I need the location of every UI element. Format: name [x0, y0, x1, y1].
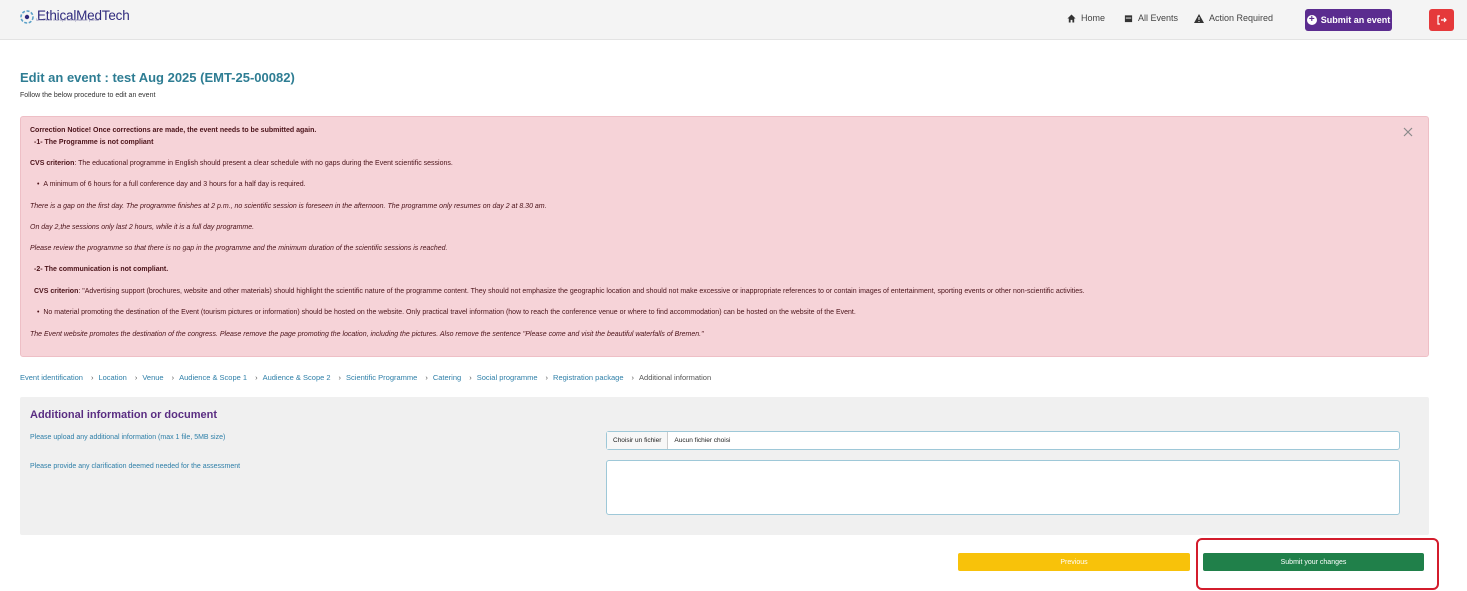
step-audience-scope-2[interactable]: Audience & Scope 2 — [263, 373, 331, 382]
warning-icon — [1194, 13, 1204, 23]
alert-bullet-1: • A minimum of 6 hours for a full confer… — [37, 181, 306, 188]
logout-button[interactable] — [1429, 9, 1454, 31]
step-additional-information: Additional information — [639, 373, 712, 382]
chevron-right-icon: › — [90, 373, 94, 382]
calendar-icon — [1124, 14, 1133, 22]
clarification-label: Please provide any clarification deemed … — [30, 463, 241, 470]
alert-issue-2: -2- The communication is not compliant. — [34, 266, 169, 273]
chevron-right-icon: › — [171, 373, 175, 382]
upload-label: Please upload any additional information… — [30, 434, 226, 441]
additional-info-panel: Additional information or document Pleas… — [20, 397, 1429, 535]
section-title: Additional information or document — [30, 409, 217, 421]
alert-note-3: Please review the programme so that ther… — [30, 245, 448, 252]
correction-notice-alert: Correction Notice! Once corrections are … — [20, 116, 1429, 357]
alert-heading: Correction Notice! Once corrections are … — [30, 127, 317, 134]
step-registration-package[interactable]: Registration package — [553, 373, 623, 382]
file-status: Aucun fichier choisi — [674, 437, 731, 444]
step-catering[interactable]: Catering — [433, 373, 461, 382]
step-social-programme[interactable]: Social programme — [477, 373, 538, 382]
chevron-right-icon: › — [425, 373, 428, 382]
cvs-label: CVS criterion — [30, 160, 75, 167]
clarification-textarea[interactable] — [606, 460, 1400, 515]
page-subtitle: Follow the below procedure to edit an ev… — [20, 92, 156, 99]
brand-tagline: MedTech Europe compliance portal — [36, 17, 99, 22]
cvs-label: CVS criterion — [34, 288, 79, 295]
submit-event-button[interactable]: + Submit an event — [1305, 9, 1392, 31]
page-title: Edit an event : test Aug 2025 (EMT-25-00… — [20, 70, 295, 85]
nav-all-events-label: All Events — [1138, 13, 1179, 23]
alert-criterion-2: CVS criterion: "Advertising support (bro… — [34, 288, 1085, 295]
top-navbar: EthicalMedTech MedTech Europe compliance… — [0, 0, 1467, 40]
breadcrumb: Event identification › Location › Venue › A… — [20, 373, 711, 382]
logo-icon — [20, 10, 34, 24]
alert-criterion-1: CVS criterion: The educational programme… — [30, 160, 453, 167]
step-venue[interactable]: Venue — [142, 373, 163, 382]
step-location[interactable]: Location — [98, 373, 126, 382]
nav-home[interactable]: Home — [1067, 13, 1105, 23]
home-icon — [1067, 13, 1076, 23]
step-scientific-programme[interactable]: Scientific Programme — [346, 373, 417, 382]
nav-action-required-label: Action Required — [1209, 13, 1274, 23]
close-icon[interactable] — [1403, 127, 1413, 137]
alert-issue-1: -1- The Programme is not compliant — [34, 139, 154, 146]
step-audience-scope-1[interactable]: Audience & Scope 1 — [179, 373, 247, 382]
file-upload-input[interactable]: Choisir un fichier Aucun fichier choisi — [606, 431, 1400, 450]
nav-action-required[interactable]: Action Required — [1194, 13, 1273, 23]
chevron-right-icon: › — [134, 373, 138, 382]
logout-icon — [1437, 15, 1447, 25]
alert-note-1: There is a gap on the first day. The pro… — [30, 203, 547, 210]
chevron-right-icon: › — [338, 373, 342, 382]
chevron-right-icon: › — [545, 373, 549, 382]
nav-all-events[interactable]: All Events — [1124, 13, 1178, 23]
alert-note-2: On day 2,the sessions only last 2 hours,… — [30, 224, 255, 231]
nav-home-label: Home — [1081, 13, 1106, 23]
submit-event-label: Submit an event — [1320, 15, 1391, 25]
chevron-right-icon: › — [255, 373, 258, 382]
chevron-right-icon: › — [469, 373, 472, 382]
alert-note-4: The Event website promotes the destinati… — [30, 331, 704, 338]
step-event-identification[interactable]: Event identification — [20, 373, 83, 382]
highlight-outline — [1196, 538, 1439, 590]
previous-button[interactable]: Previous — [958, 553, 1190, 571]
choose-file-button[interactable]: Choisir un fichier — [607, 432, 669, 449]
plus-circle-icon: + — [1306, 15, 1317, 25]
chevron-right-icon: › — [631, 373, 635, 382]
alert-bullet-2: • No material promoting the destination … — [37, 309, 856, 316]
